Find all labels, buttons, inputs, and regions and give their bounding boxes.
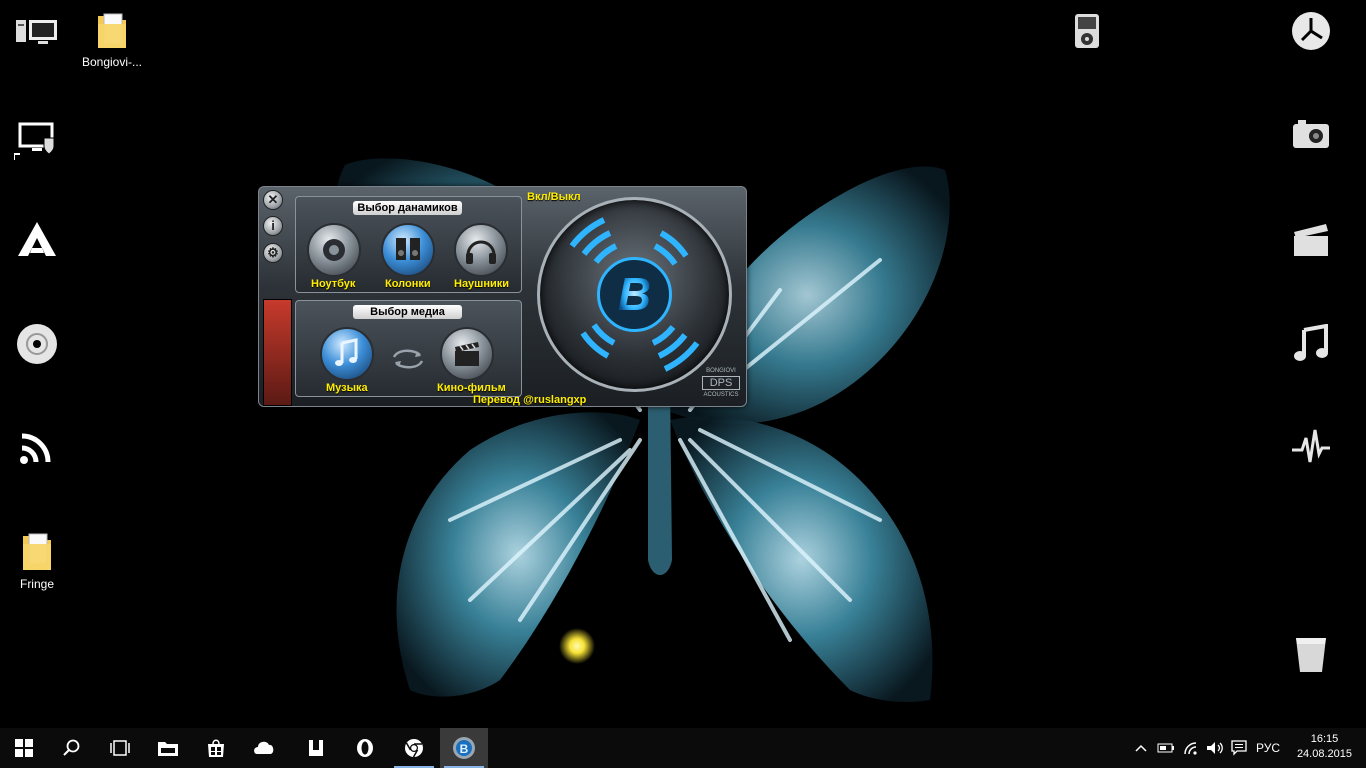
brand-name: BONGIOVI xyxy=(706,368,736,374)
headphones-label: Наушники xyxy=(454,278,510,290)
clock-time: 16:15 xyxy=(1310,733,1339,745)
show-hidden-icons-chevron-icon[interactable] xyxy=(1130,728,1152,768)
utorrent-icon[interactable] xyxy=(292,728,340,768)
volume-icon[interactable] xyxy=(1204,728,1226,768)
brand-plate: BONGIOVI DPS ACOUSTICS xyxy=(699,367,743,403)
bongiovi-folder-label: Bongiovi-... xyxy=(81,55,143,69)
movie-button[interactable] xyxy=(440,327,494,381)
music-note-icon[interactable] xyxy=(1276,324,1346,364)
camera-icon[interactable] xyxy=(1276,116,1346,152)
bongiovi-dps-widget: ✕ i ⚙ Выбор данамиков Ноутбук Колонки На… xyxy=(258,186,747,407)
disc-icon[interactable] xyxy=(2,322,72,366)
store-icon[interactable] xyxy=(192,728,240,768)
movie-label: Кино-фильм xyxy=(437,382,506,394)
speakers-label: Колонки xyxy=(385,278,431,290)
fringe-folder-icon[interactable]: Fringe xyxy=(2,530,72,591)
speaker-select-panel: Выбор данамиков Ноутбук Колонки Наушники xyxy=(295,196,522,293)
info-letter: i xyxy=(271,218,275,233)
media-select-panel: Выбор медиа Музыка Кино-фильм xyxy=(295,300,522,397)
bongiovi-taskbar-icon[interactable]: B xyxy=(440,728,488,768)
defender-monitor-icon[interactable] xyxy=(2,120,72,160)
switch-arrows-icon[interactable] xyxy=(390,347,426,371)
speaker-panel-title: Выбор данамиков xyxy=(353,201,462,215)
bongiovi-logo: B xyxy=(618,268,651,320)
clock-date: 24.08.2015 xyxy=(1296,748,1352,760)
recycle-bin-icon[interactable] xyxy=(1276,632,1346,676)
credit-label: Перевод @ruslangxp xyxy=(473,394,587,406)
language-indicator[interactable]: РУС xyxy=(1252,728,1284,768)
clapperboard-icon[interactable] xyxy=(1276,222,1346,258)
bongiovi-folder-icon[interactable]: Bongiovi-... xyxy=(77,10,147,69)
brand-sub2: ACOUSTICS xyxy=(703,392,739,398)
power-toggle-button[interactable]: B xyxy=(537,197,732,392)
search-icon[interactable] xyxy=(48,728,96,768)
music-button[interactable] xyxy=(320,327,374,381)
this-pc-icon[interactable] xyxy=(2,14,72,50)
fringe-folder-label: Fringe xyxy=(19,577,54,591)
file-explorer-icon[interactable] xyxy=(144,728,192,768)
task-view-icon[interactable] xyxy=(96,728,144,768)
pulse-icon[interactable] xyxy=(1276,426,1346,468)
wifi-icon[interactable] xyxy=(1180,728,1204,768)
music-label: Музыка xyxy=(326,382,368,394)
media-panel-title: Выбор медиа xyxy=(353,305,462,319)
close-button[interactable]: ✕ xyxy=(263,190,283,210)
brand-sub: DPS xyxy=(702,376,740,390)
clock-icon[interactable] xyxy=(1276,10,1346,52)
aimp-a-icon[interactable] xyxy=(2,220,72,260)
rss-icon[interactable] xyxy=(2,430,72,470)
start-icon[interactable] xyxy=(0,728,48,768)
info-button[interactable]: i xyxy=(263,216,283,236)
taskbar: B РУС 16:15 24.08.2015 xyxy=(0,728,1366,768)
opera-icon[interactable] xyxy=(341,728,389,768)
ipod-icon[interactable] xyxy=(1052,12,1122,52)
laptop-speaker-button[interactable] xyxy=(307,223,361,277)
headphones-button[interactable] xyxy=(454,223,508,277)
battery-icon[interactable] xyxy=(1154,728,1178,768)
svg-text:B: B xyxy=(460,742,469,756)
clock[interactable]: 16:15 24.08.2015 xyxy=(1297,732,1352,762)
book-cover-image xyxy=(263,299,292,406)
app-cloud-icon[interactable] xyxy=(240,728,288,768)
action-center-icon[interactable] xyxy=(1228,728,1250,768)
laptop-label: Ноутбук xyxy=(311,278,356,290)
settings-button[interactable]: ⚙ xyxy=(263,243,283,263)
chrome-icon[interactable] xyxy=(390,728,438,768)
speakers-button[interactable] xyxy=(381,223,435,277)
